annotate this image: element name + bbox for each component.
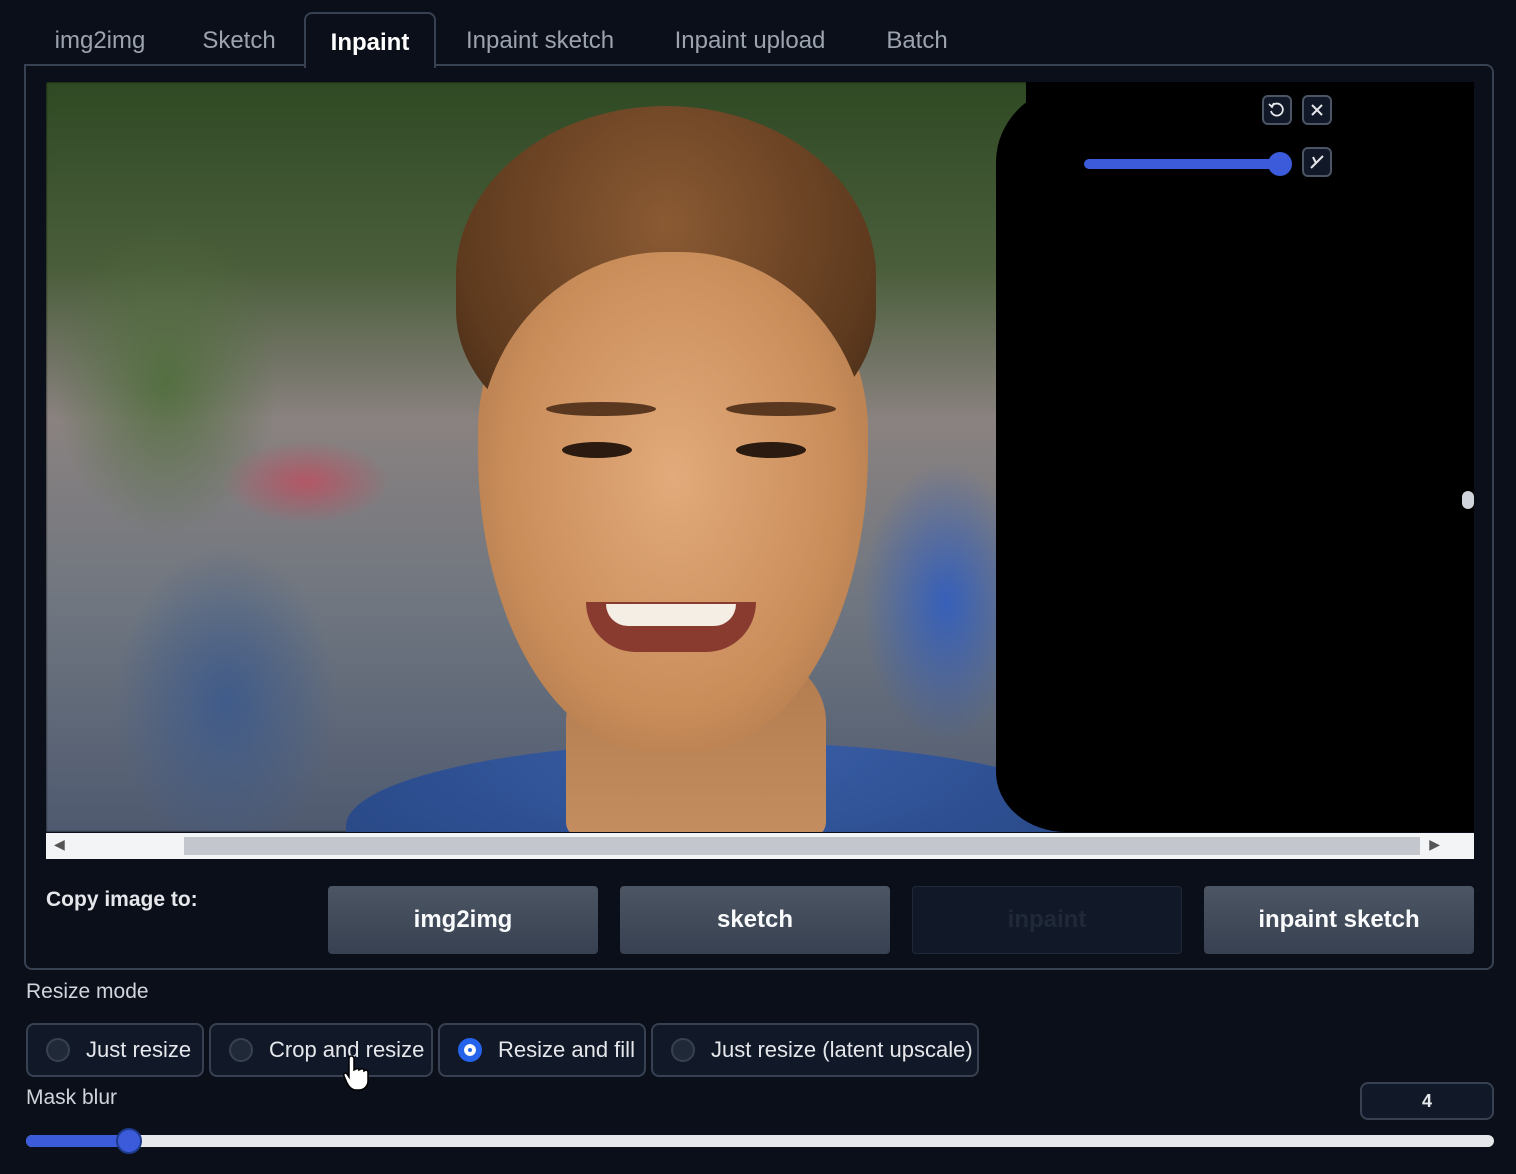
- inpaint-mask: [996, 82, 1474, 832]
- mask-blur-slider-track[interactable]: [26, 1135, 1494, 1147]
- radio-label: Resize and fill: [498, 1037, 635, 1062]
- radio-just-resize[interactable]: Just resize: [26, 1023, 204, 1077]
- radio-label: Just resize (latent upscale): [711, 1037, 973, 1062]
- resize-mode-label: Resize mode: [26, 980, 149, 1003]
- undo-button[interactable]: [1262, 95, 1292, 125]
- hand-cursor-icon: [343, 1055, 369, 1091]
- brush-size-track[interactable]: [1084, 159, 1284, 169]
- copy-image-label: Copy image to:: [46, 888, 198, 911]
- scrollbar-thumb[interactable]: [184, 837, 1420, 855]
- tab-bar: img2img Sketch Inpaint Inpaint sketch In…: [26, 10, 1496, 68]
- photo-brow-left: [546, 402, 656, 416]
- brush-icon: [1310, 155, 1324, 169]
- scroll-right-icon[interactable]: ▶: [1429, 836, 1440, 853]
- tab-inpaint[interactable]: Inpaint: [304, 12, 436, 68]
- copy-to-sketch-button[interactable]: sketch: [620, 886, 890, 954]
- photo-teeth: [606, 604, 736, 626]
- canvas-resize-handle[interactable]: [1462, 491, 1474, 509]
- photo-brow-right: [726, 402, 836, 416]
- tab-batch[interactable]: Batch: [870, 12, 964, 64]
- radio-resize-and-fill[interactable]: Resize and fill: [438, 1023, 646, 1077]
- radio-circle: [671, 1038, 695, 1062]
- tab-img2img[interactable]: img2img: [26, 12, 174, 64]
- radio-circle: [46, 1038, 70, 1062]
- inpaint-canvas[interactable]: [46, 82, 1474, 832]
- mask-blur-slider-thumb[interactable]: [115, 1128, 142, 1154]
- tab-sketch[interactable]: Sketch: [186, 12, 292, 64]
- photo-eye-left: [562, 442, 632, 458]
- canvas-scrollbar[interactable]: ◀ ▶: [46, 833, 1474, 859]
- brush-size-thumb[interactable]: [1268, 152, 1292, 176]
- radio-label: Just resize: [86, 1037, 192, 1062]
- copy-to-inpaint-button: inpaint: [912, 886, 1182, 954]
- tab-inpaint-sketch[interactable]: Inpaint sketch: [450, 12, 630, 64]
- copy-to-inpaint-sketch-button[interactable]: inpaint sketch: [1204, 886, 1474, 954]
- brush-button[interactable]: [1302, 147, 1332, 177]
- radio-circle-checked: [458, 1038, 482, 1062]
- copy-to-img2img-button[interactable]: img2img: [328, 886, 598, 954]
- mask-blur-label: Mask blur: [26, 1086, 118, 1109]
- close-icon: [1311, 104, 1323, 116]
- mask-blur-number-input[interactable]: 4: [1360, 1082, 1494, 1120]
- radio-just-resize-latent-upscale[interactable]: Just resize (latent upscale): [651, 1023, 979, 1077]
- clear-button[interactable]: [1302, 95, 1332, 125]
- mask-blur-slider-fill: [26, 1135, 129, 1147]
- tab-inpaint-upload[interactable]: Inpaint upload: [658, 12, 842, 64]
- undo-icon: [1268, 102, 1284, 117]
- photo-eye-right: [736, 442, 806, 458]
- radio-crop-and-resize[interactable]: Crop and resize: [209, 1023, 433, 1077]
- scroll-left-icon[interactable]: ◀: [54, 836, 65, 853]
- radio-circle: [229, 1038, 253, 1062]
